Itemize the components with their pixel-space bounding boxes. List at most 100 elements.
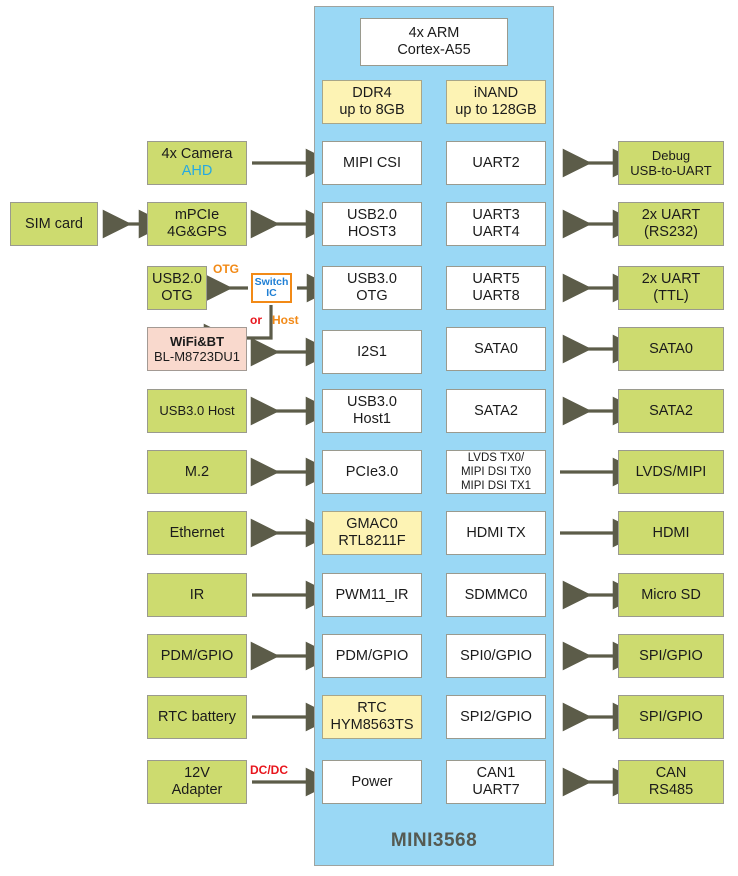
soc-cpu-line2: Cortex-A55 xyxy=(397,42,471,58)
soc-block-cpu: 4x ARM Cortex-A55 xyxy=(360,18,508,66)
peripheral-spi-gpio-2: SPI/GPIO xyxy=(618,695,724,739)
peripheral-sata0: SATA0 xyxy=(618,327,724,371)
blk-line2: MIPI DSI TX0 xyxy=(460,466,532,478)
blk-line1: Ethernet xyxy=(169,524,225,541)
blk-line1: USB3.0 Host xyxy=(159,403,235,419)
blk-line1: LVDS TX0/ xyxy=(467,451,525,464)
soc-block-inand: iNAND up to 128GB xyxy=(446,80,546,124)
soc-block-pwm11-ir: PWM11_IR xyxy=(322,573,422,617)
blk-line1: SPI/GPIO xyxy=(639,708,703,725)
blk-line2: RS485 xyxy=(648,782,694,798)
peripheral-sata2: SATA2 xyxy=(618,389,724,433)
block-diagram: MINI3568 4x ARM Cortex-A55 DDR4 up to 8G… xyxy=(0,0,738,876)
soc-block-hdmi-tx: HDMI TX xyxy=(446,511,546,555)
soc-block-sdmmc0: SDMMC0 xyxy=(446,573,546,617)
blk-line1: RTC battery xyxy=(158,708,236,725)
blk-line2: HOST3 xyxy=(347,224,397,240)
blk-line1: CAN xyxy=(655,765,687,782)
blk-line1: 12V xyxy=(184,765,210,782)
blk-line2: UART7 xyxy=(472,782,520,798)
soc-block-uart3-4: UART3 UART4 xyxy=(446,202,546,246)
soc-block-gmac0: GMAC0 RTL8211F xyxy=(322,511,422,555)
soc-block-sata0: SATA0 xyxy=(446,327,546,371)
blk-line1: RTC xyxy=(357,700,387,717)
blk-line1: UART3 xyxy=(472,207,520,224)
blk-line1: PDM/GPIO xyxy=(160,647,234,664)
blk-line1: Power xyxy=(351,773,393,790)
blk-line1: SPI2/GPIO xyxy=(460,708,532,725)
soc-block-lvds-mipi-dsi: LVDS TX0/ MIPI DSI TX0 MIPI DSI TX1 xyxy=(446,450,546,494)
blk-line2: Adapter xyxy=(171,782,223,798)
blk-line1: SPI/GPIO xyxy=(639,647,703,664)
soc-block-usb2-host3: USB2.0 HOST3 xyxy=(322,202,422,246)
blk-line1: PCIe3.0 xyxy=(345,463,399,480)
blk-line1: USB3.0 xyxy=(347,271,397,288)
soc-block-mipi-csi: MIPI CSI xyxy=(322,141,422,185)
blk-line1: SATA0 xyxy=(474,340,518,357)
peripheral-debug-uart: Debug USB-to-UART xyxy=(618,141,724,185)
blk-line1: 2x UART xyxy=(641,271,701,288)
ddr4-line2: up to 8GB xyxy=(339,102,405,118)
blk-line1: PDM/GPIO xyxy=(335,647,409,664)
blk-line1: LVDS/MIPI xyxy=(635,463,707,480)
blk-line2: USB-to-UART xyxy=(630,163,712,178)
blk-line1: CAN1 xyxy=(476,765,516,782)
peripheral-spi-gpio-1: SPI/GPIO xyxy=(618,634,724,678)
blk-line1: PWM11_IR xyxy=(335,586,409,603)
blk-line1: I2S1 xyxy=(357,343,387,360)
soc-block-usb3-host1: USB3.0 Host1 xyxy=(322,389,422,433)
blk-line1: 2x UART xyxy=(641,207,701,224)
peripheral-usb2-otg: USB2.0 OTG xyxy=(147,266,207,310)
inand-line2: up to 128GB xyxy=(455,102,537,118)
label-or: or xyxy=(250,313,262,327)
peripheral-rtc-battery: RTC battery xyxy=(147,695,247,739)
blk-line1: UART5 xyxy=(472,271,520,288)
blk-line2: UART4 xyxy=(472,224,520,240)
peripheral-pdm-gpio: PDM/GPIO xyxy=(147,634,247,678)
peripheral-12v-adapter: 12V Adapter xyxy=(147,760,247,804)
peripheral-micro-sd: Micro SD xyxy=(618,573,724,617)
soc-block-usb3-otg: USB3.0 OTG xyxy=(322,266,422,310)
soc-block-spi2-gpio: SPI2/GPIO xyxy=(446,695,546,739)
blk-line1: M.2 xyxy=(184,463,210,480)
blk-line1: SATA0 xyxy=(649,340,693,357)
peripheral-usb3-host: USB3.0 Host xyxy=(147,389,247,433)
soc-block-can1-uart7: CAN1 UART7 xyxy=(446,760,546,804)
blk-line1: Micro SD xyxy=(641,586,701,603)
blk-line2: 4G&GPS xyxy=(167,224,227,240)
soc-block-power: Power xyxy=(322,760,422,804)
peripheral-uart-rs232: 2x UART (RS232) xyxy=(618,202,724,246)
blk-line2: RTL8211F xyxy=(338,533,406,549)
blk-line2: (TTL) xyxy=(653,288,689,304)
blk-line1: IR xyxy=(189,586,205,603)
peripheral-can-rs485: CAN RS485 xyxy=(618,760,724,804)
peripheral-m2: M.2 xyxy=(147,450,247,494)
peripheral-ir: IR xyxy=(147,573,247,617)
switch-ic-block: Switch IC xyxy=(251,273,292,303)
blk-line2: OTG xyxy=(161,288,193,304)
soc-block-spi0-gpio: SPI0/GPIO xyxy=(446,634,546,678)
blk-line2: (RS232) xyxy=(644,224,698,240)
blk-line3: MIPI DSI TX1 xyxy=(460,480,532,493)
label-host: Host xyxy=(272,313,299,327)
blk-line1: SDMMC0 xyxy=(464,586,528,603)
blk-line2: Host1 xyxy=(353,411,391,427)
switch-ic-line2: IC xyxy=(266,287,277,299)
blk-line2-ahd: AHD xyxy=(181,163,213,179)
soc-block-rtc: RTC HYM8563TS xyxy=(322,695,422,739)
blk-line2: HYM8563TS xyxy=(330,717,414,733)
peripheral-ethernet: Ethernet xyxy=(147,511,247,555)
peripheral-lvds-mipi: LVDS/MIPI xyxy=(618,450,724,494)
peripheral-sim-card: SIM card xyxy=(10,202,98,246)
blk-line1: mPCIe xyxy=(174,207,220,224)
inand-line1: iNAND xyxy=(473,85,519,102)
blk-line1: GMAC0 xyxy=(346,516,398,533)
blk-line1: UART2 xyxy=(472,154,520,171)
soc-block-pdm-gpio: PDM/GPIO xyxy=(322,634,422,678)
soc-block-uart5-8: UART5 UART8 xyxy=(446,266,546,310)
blk-line1: SPI0/GPIO xyxy=(460,647,532,664)
label-otg: OTG xyxy=(213,262,239,276)
blk-line1: Debug xyxy=(651,147,691,163)
blk-line2: OTG xyxy=(356,288,388,304)
blk-line2: UART8 xyxy=(472,288,520,304)
